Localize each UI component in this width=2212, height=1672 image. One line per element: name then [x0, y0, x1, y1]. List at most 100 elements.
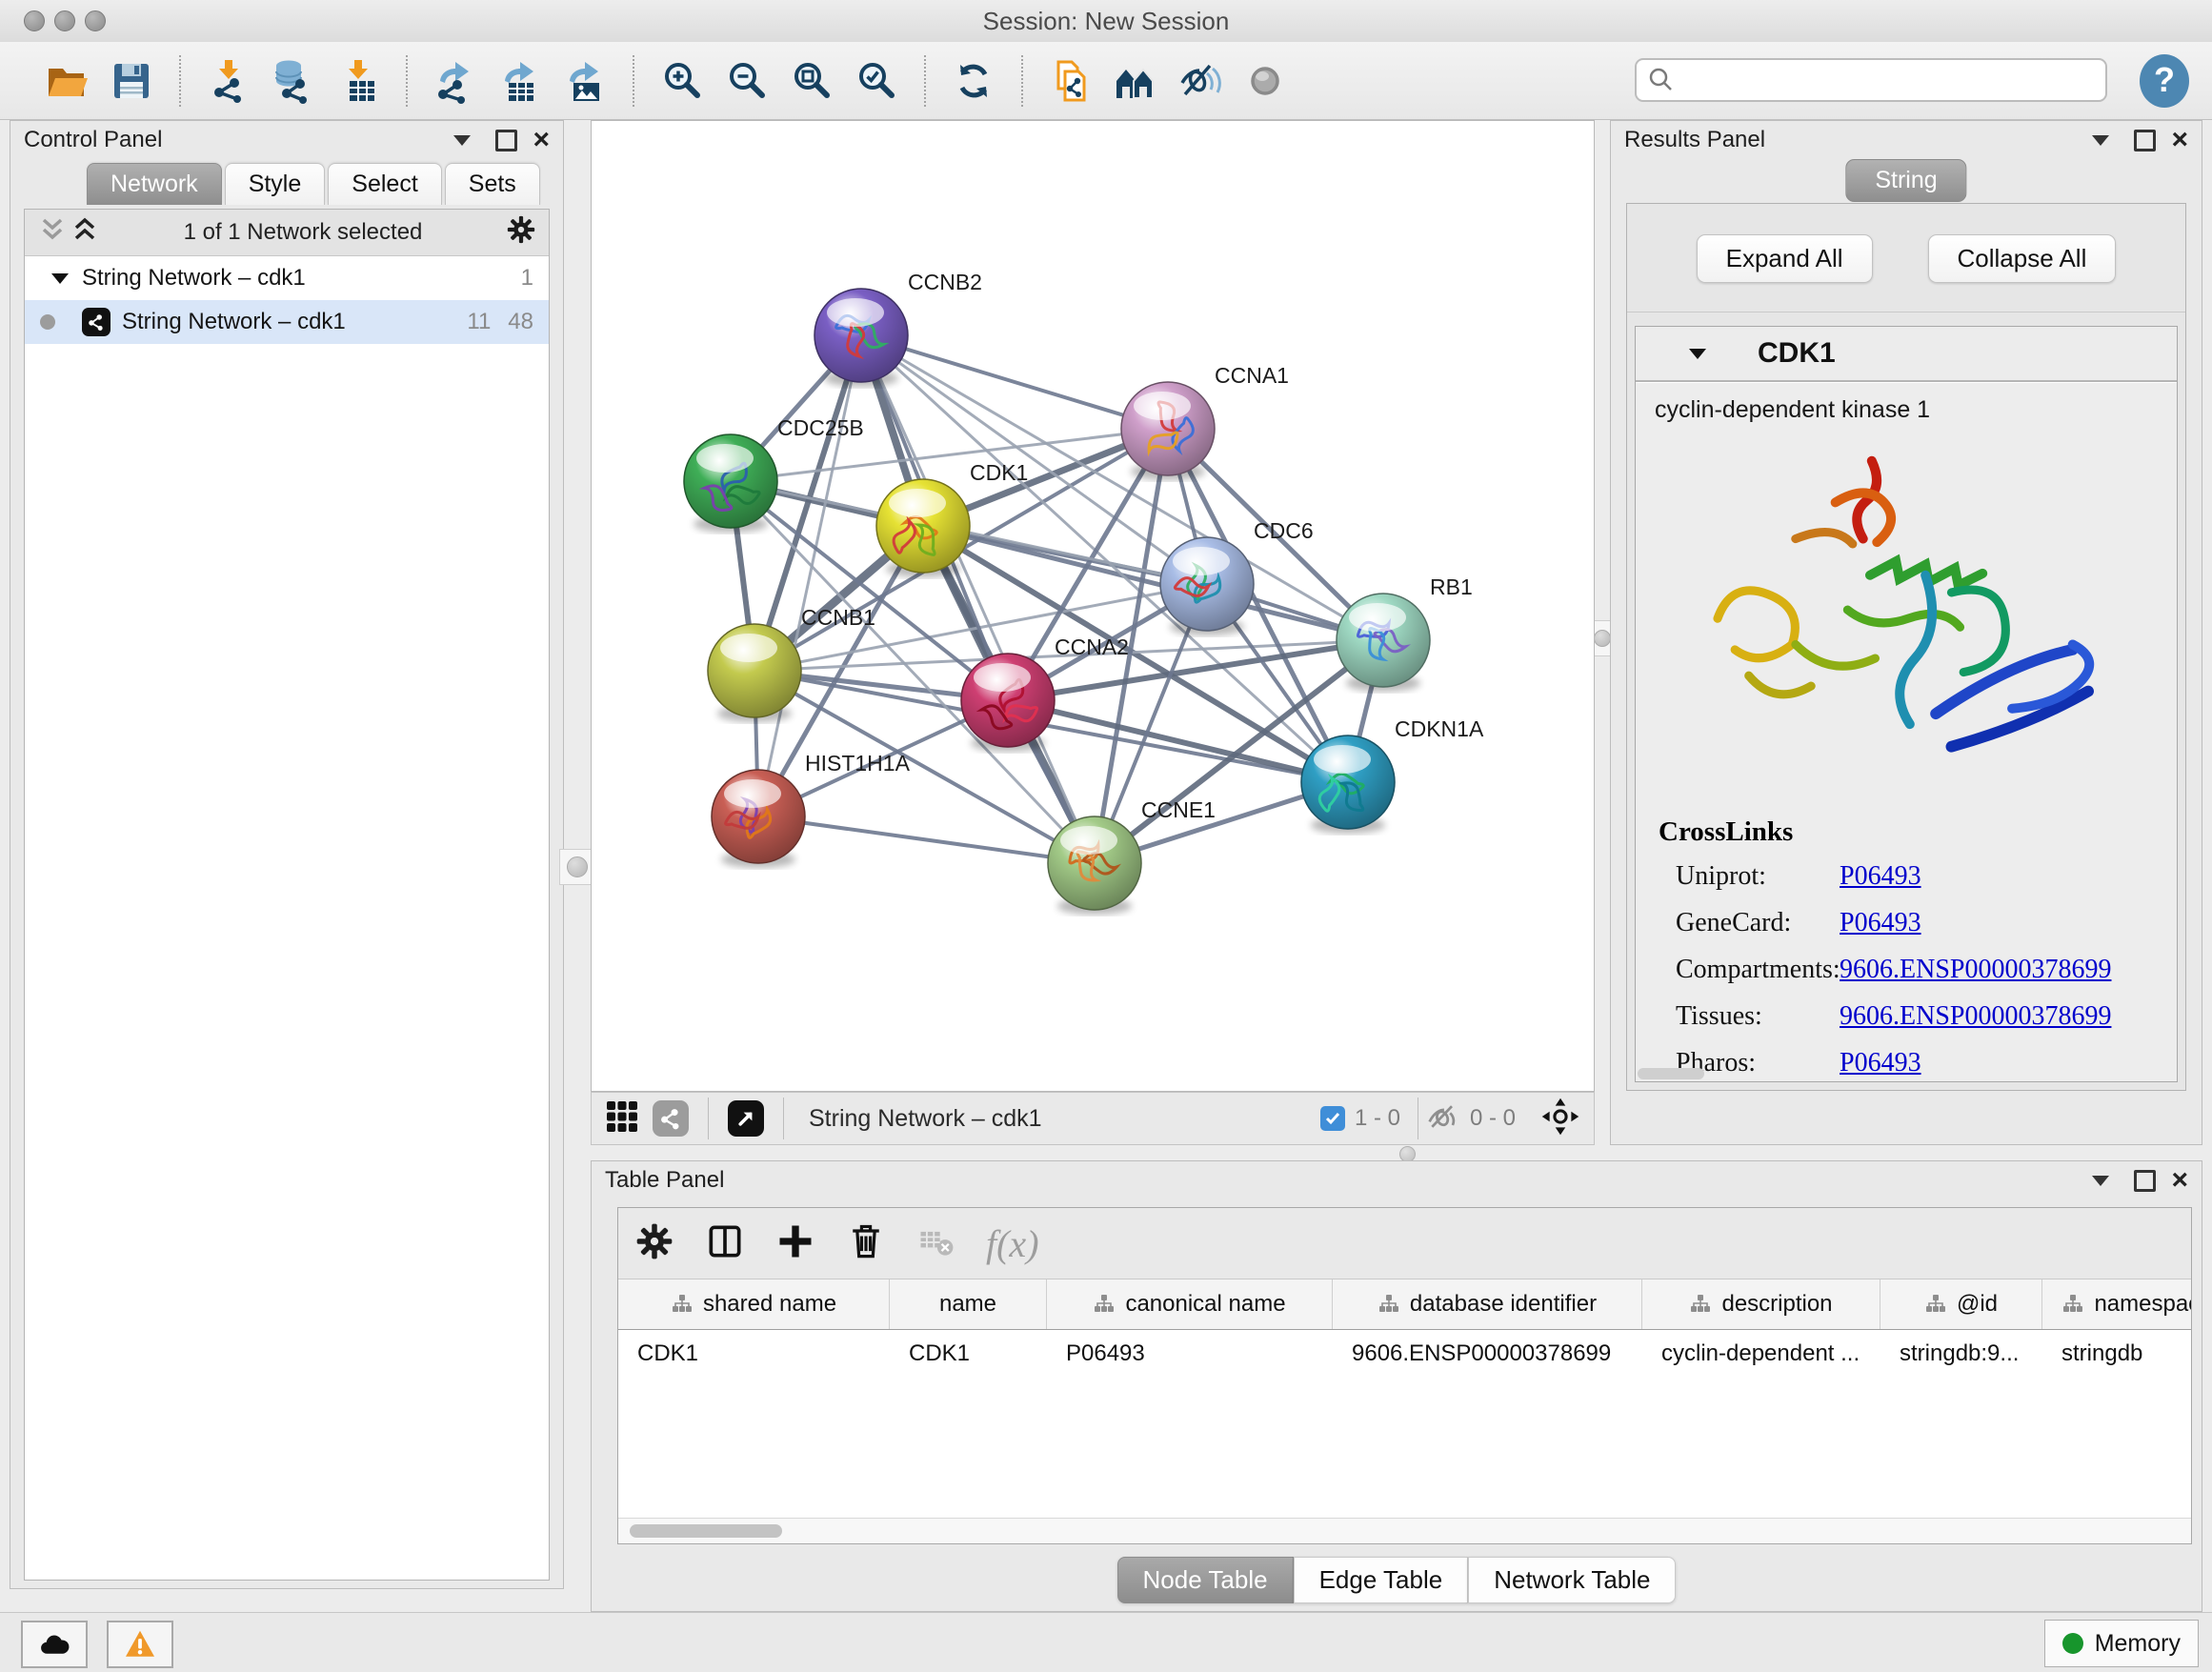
export-network-icon[interactable]: [432, 57, 479, 105]
network-node-CDK1[interactable]: CDK1: [876, 460, 1028, 577]
import-network-from-database-icon[interactable]: [270, 57, 317, 105]
tab-network-table[interactable]: Network Table: [1468, 1557, 1676, 1603]
tab-node-table[interactable]: Node Table: [1117, 1557, 1294, 1603]
results-scrollbar[interactable]: [1638, 1068, 1704, 1079]
column-header-name[interactable]: name: [890, 1279, 1047, 1329]
grid-view-icon[interactable]: [605, 1099, 639, 1138]
column-header-canonical-name[interactable]: canonical name: [1047, 1279, 1333, 1329]
save-session-icon[interactable]: [108, 57, 155, 105]
scrollbar-thumb[interactable]: [630, 1524, 782, 1538]
table-options-gear-icon[interactable]: [633, 1220, 675, 1267]
import-table-from-file-icon[interactable]: [334, 57, 382, 105]
expand-all-button[interactable]: Expand All: [1697, 234, 1873, 283]
search-input[interactable]: [1684, 66, 2105, 94]
string-network-badge-icon[interactable]: [653, 1100, 689, 1137]
network-node-RB1[interactable]: RB1: [1337, 574, 1473, 692]
new-network-from-selection-icon[interactable]: [1047, 57, 1095, 105]
network-row-selected[interactable]: String Network – cdk1 11 48: [25, 300, 549, 344]
crosslinks-section: CrossLinks Uniprot:P06493GeneCard:P06493…: [1636, 816, 2177, 1078]
warnings-button[interactable]: [107, 1621, 173, 1668]
crosslink-link[interactable]: P06493: [1840, 861, 1921, 892]
help-button[interactable]: ?: [2140, 54, 2189, 108]
add-column-icon[interactable]: [774, 1220, 816, 1267]
network-options-gear-icon[interactable]: [505, 213, 537, 252]
hidden-count: 0 - 0: [1470, 1105, 1516, 1132]
export-table-icon[interactable]: [496, 57, 544, 105]
network-canvas[interactable]: CCNB2CCNA1CDC25BCDK1CDC6RB1CCNB1CCNA2CDK…: [591, 120, 1595, 1092]
node-label-CDC6: CDC6: [1254, 518, 1314, 543]
open-in-new-window-icon[interactable]: [728, 1100, 764, 1137]
crosslink-link[interactable]: P06493: [1840, 908, 1921, 938]
gene-name: CDK1: [1758, 337, 1836, 370]
zoom-in-icon[interactable]: [658, 57, 706, 105]
bottom-splitter[interactable]: [591, 1145, 2202, 1160]
table-horizontal-scrollbar[interactable]: [618, 1518, 2191, 1543]
tab-sets[interactable]: Sets: [445, 163, 540, 205]
float-panel-icon[interactable]: [495, 130, 517, 151]
close-panel-icon[interactable]: ×: [2171, 126, 2188, 154]
column-header-shared-name[interactable]: shared name: [618, 1279, 890, 1329]
close-panel-icon[interactable]: ×: [533, 126, 550, 154]
show-all-icon[interactable]: [1241, 57, 1289, 105]
import-network-from-file-icon[interactable]: [205, 57, 252, 105]
float-panel-icon[interactable]: [2134, 1170, 2156, 1192]
function-builder-icon-disabled: f(x): [986, 1221, 1039, 1266]
panel-menu-icon[interactable]: [2092, 1176, 2109, 1186]
crosslink-link[interactable]: 9606.ENSP00000378699: [1840, 955, 2111, 985]
crosslink-label: Uniprot:: [1659, 861, 1840, 892]
network-view-title: String Network – cdk1: [809, 1105, 1042, 1133]
tab-select[interactable]: Select: [328, 163, 441, 205]
gene-expander-icon[interactable]: [1689, 349, 1706, 359]
panel-menu-icon[interactable]: [453, 135, 471, 146]
cloud-status-button[interactable]: [21, 1621, 88, 1668]
delete-column-icon[interactable]: [845, 1220, 887, 1267]
zoom-fit-icon[interactable]: [788, 57, 835, 105]
string-app-icon: [82, 308, 111, 336]
panel-menu-icon[interactable]: [2092, 135, 2109, 146]
zoom-out-icon[interactable]: [723, 57, 771, 105]
network-node-CDKN1A[interactable]: CDKN1A: [1301, 716, 1484, 834]
collection-expander-icon[interactable]: [51, 273, 69, 284]
expand-all-icon[interactable]: [69, 213, 101, 252]
collapse-all-button[interactable]: Collapse All: [1928, 234, 2117, 283]
column-header--id[interactable]: @id: [1880, 1279, 2042, 1329]
left-splitter[interactable]: [564, 120, 591, 1589]
close-panel-icon[interactable]: ×: [2171, 1166, 2188, 1195]
show-graphics-details-icon[interactable]: [1112, 57, 1159, 105]
show-columns-icon[interactable]: [704, 1220, 746, 1267]
tab-edge-table[interactable]: Edge Table: [1294, 1557, 1469, 1603]
pan-crosshair-icon[interactable]: [1540, 1097, 1580, 1141]
hide-selected-icon[interactable]: [1176, 57, 1224, 105]
tab-network[interactable]: Network: [87, 163, 222, 205]
crosslink-link[interactable]: 9606.ENSP00000378699: [1840, 1001, 2111, 1032]
tab-string[interactable]: String: [1845, 159, 1966, 202]
table-cell: 9606.ENSP00000378699: [1333, 1330, 1642, 1378]
gene-section-header[interactable]: CDK1: [1636, 327, 2177, 382]
export-image-icon[interactable]: [561, 57, 609, 105]
table-cell: cyclin-dependent ...: [1642, 1330, 1880, 1378]
network-list-container: 1 of 1 Network selected String Network –…: [24, 209, 550, 1581]
float-panel-icon[interactable]: [2134, 130, 2156, 151]
table-row[interactable]: CDK1CDK1P064939606.ENSP00000378699cyclin…: [618, 1330, 2191, 1378]
network-node-HIST1H1A[interactable]: HIST1H1A: [712, 751, 911, 868]
crosslink-link[interactable]: P06493: [1840, 1048, 1921, 1078]
memory-button[interactable]: Memory: [2044, 1620, 2199, 1667]
selected-checkbox-icon[interactable]: [1320, 1106, 1345, 1131]
open-session-icon[interactable]: [43, 57, 90, 105]
zoom-selected-icon[interactable]: [853, 57, 900, 105]
table-panel: Table Panel × f(x) shared namenamecanoni…: [591, 1160, 2202, 1612]
tab-style[interactable]: Style: [225, 163, 326, 205]
right-splitter[interactable]: [1595, 120, 1610, 1145]
delete-table-icon-disabled: [915, 1220, 957, 1267]
network-node-CCNB1[interactable]: CCNB1: [708, 605, 875, 722]
column-header-namespace[interactable]: namespace: [2042, 1279, 2192, 1329]
crosslink-label: Tissues:: [1659, 1001, 1840, 1032]
column-header-database-identifier[interactable]: database identifier: [1333, 1279, 1642, 1329]
column-header-description[interactable]: description: [1642, 1279, 1880, 1329]
collapse-all-icon[interactable]: [36, 213, 69, 252]
toolbar-separator: [179, 55, 181, 107]
apply-preferred-layout-icon[interactable]: [950, 57, 997, 105]
network-collection-row[interactable]: String Network – cdk1 1: [25, 256, 549, 300]
network-selection-summary: 1 of 1 Network selected: [101, 219, 505, 246]
search-box[interactable]: [1635, 58, 2107, 102]
